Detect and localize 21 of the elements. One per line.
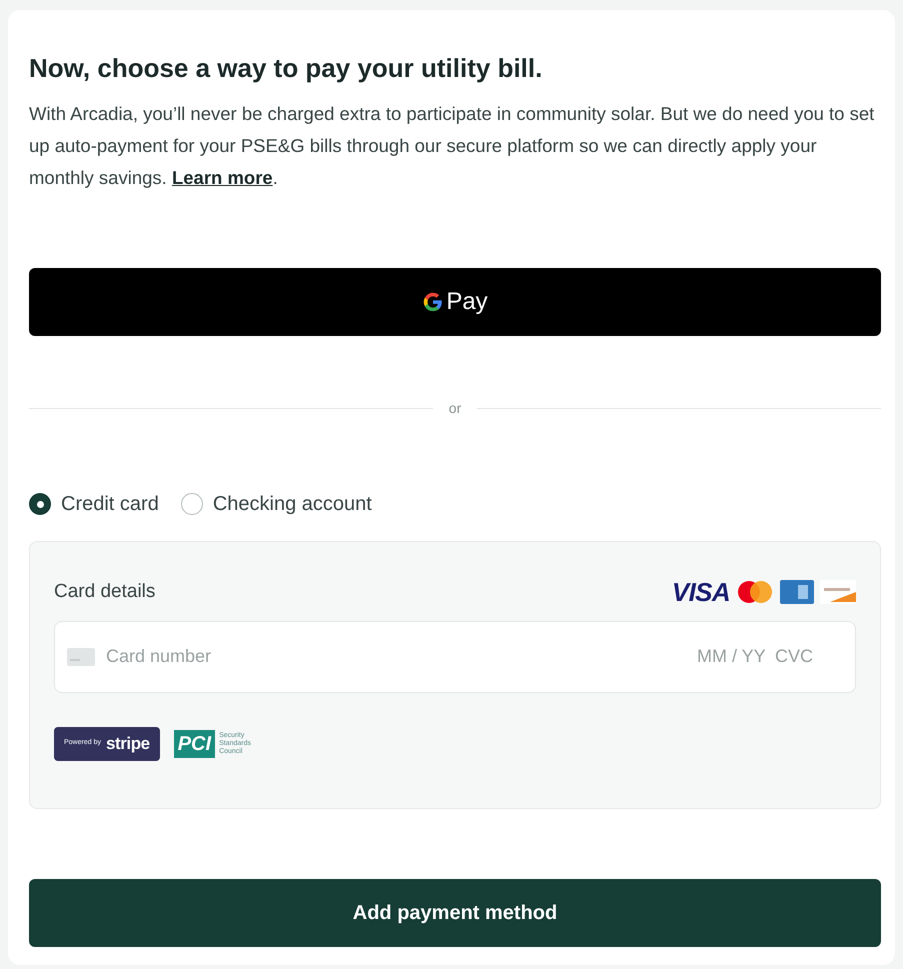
google-pay-button[interactable]: Pay: [29, 268, 881, 336]
google-g-icon: [422, 291, 444, 313]
radio-button[interactable]: [29, 493, 51, 515]
visa-logo: VISA: [672, 579, 730, 606]
learn-more-link[interactable]: Learn more: [172, 167, 273, 188]
mastercard-icon: [736, 580, 774, 604]
expiry-input[interactable]: MM / YY: [697, 643, 775, 670]
radio-button[interactable]: [180, 493, 203, 515]
payment-type-option[interactable]: Checking account: [180, 489, 372, 519]
add-payment-method-button[interactable]: Add payment method: [29, 879, 881, 947]
page-heading: Now, choose a way to pay your utility bill.: [29, 52, 544, 85]
card-icon: [67, 648, 95, 666]
intro-paragraph: With Arcadia, you’ll never be charged extra to participate in community solar. But we do need you to set up auto-payment for your PSE&G bills through our secure platform so we can directly apply your monthly savings. Learn more.: [29, 102, 876, 190]
stripe-name: stripe: [106, 732, 150, 755]
or-divider-label: or: [448, 399, 462, 418]
payment-type-option[interactable]: Credit card: [29, 489, 159, 519]
card-details-title: Card details: [54, 580, 156, 604]
pci-logo: PCI: [174, 730, 216, 758]
card-number-field[interactable]: Card number MM / YY CVC: [54, 620, 856, 692]
card-number-input[interactable]: Card number: [106, 643, 697, 670]
cvc-input[interactable]: CVC: [775, 643, 843, 670]
